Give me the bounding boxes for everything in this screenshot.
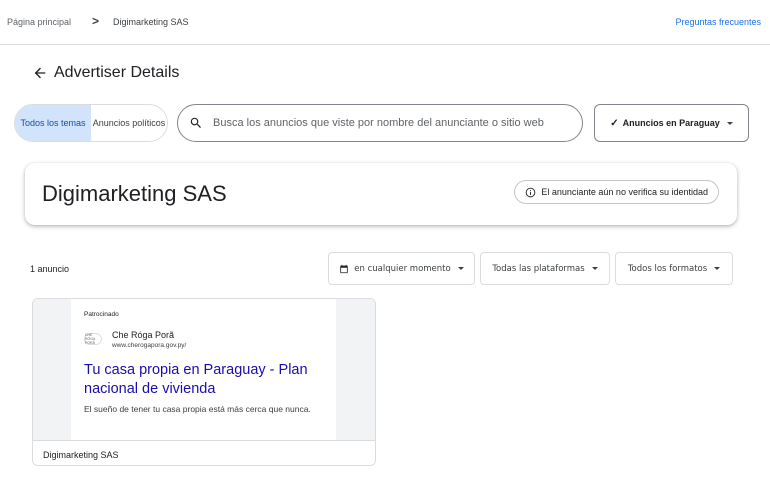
format-filter-label: Todos los formatos	[627, 263, 708, 274]
topic-all-button[interactable]: Todos los temas	[15, 105, 91, 141]
search-bar	[177, 104, 583, 142]
ad-preview: Patrocinado CHE RÓGA PORÃ Che Róga Porã …	[71, 299, 336, 440]
format-filter-button[interactable]: Todos los formatos	[615, 252, 733, 285]
region-filter-label: Anuncios en Paraguay	[622, 118, 720, 128]
platform-filter-button[interactable]: Todas las plataformas	[480, 252, 610, 285]
ad-card[interactable]: Patrocinado CHE RÓGA PORÃ Che Róga Porã …	[32, 298, 376, 466]
verification-badge[interactable]: El anunciante aún no verifica su identid…	[514, 180, 719, 204]
date-filter-button[interactable]: en cualquier momento	[328, 252, 475, 285]
breadcrumb-current: Digimarketing SAS	[113, 17, 189, 27]
ad-advertiser-logo: CHE RÓGA PORÃ	[84, 333, 102, 345]
breadcrumb-separator: >	[92, 14, 100, 28]
faq-link[interactable]: Preguntas frecuentes	[675, 17, 761, 27]
platform-filter-label: Todas las plataformas	[492, 263, 585, 274]
results-count: 1 anuncio	[30, 264, 70, 274]
region-filter-button[interactable]: ✓ Anuncios en Paraguay	[594, 104, 749, 142]
ad-headline: Tu casa propia en Paraguay - Plan nacion…	[84, 362, 308, 397]
ad-footer-advertiser: Digimarketing SAS	[43, 450, 119, 460]
date-filter-label: en cualquier momento	[354, 263, 451, 274]
search-icon	[189, 116, 203, 130]
arrow-left-icon[interactable]	[32, 65, 48, 81]
ad-card-footer: Digimarketing SAS	[33, 440, 375, 465]
top-bar: Página principal > Digimarketing SAS Pre…	[0, 0, 770, 45]
topic-political-button[interactable]: Anuncios políticos	[91, 105, 167, 141]
chevron-down-icon	[457, 267, 464, 270]
ad-url: www.cherogapora.gov.py/	[112, 342, 187, 349]
ad-advertiser-name: Che Róga Porã	[112, 330, 175, 340]
advertiser-card: Digimarketing SAS El anunciante aún no v…	[25, 163, 737, 225]
advertiser-name: Digimarketing SAS	[42, 181, 227, 206]
check-icon: ✓	[610, 117, 619, 129]
chevron-down-icon	[591, 267, 598, 270]
sponsored-label: Patrocinado	[84, 311, 119, 318]
search-input[interactable]	[213, 117, 573, 129]
info-icon	[525, 187, 536, 198]
verification-text: El anunciante aún no verifica su identid…	[541, 187, 708, 197]
chevron-down-icon	[726, 121, 733, 125]
breadcrumb-home-link[interactable]: Página principal	[7, 17, 71, 27]
calendar-icon	[339, 264, 349, 274]
topic-toggle: Todos los temas Anuncios políticos	[14, 104, 168, 142]
ad-description: El sueño de tener tu casa propia está má…	[84, 404, 311, 414]
chevron-down-icon	[714, 267, 721, 270]
page-title: Advertiser Details	[54, 64, 180, 81]
page-header: Advertiser Details	[32, 64, 179, 82]
